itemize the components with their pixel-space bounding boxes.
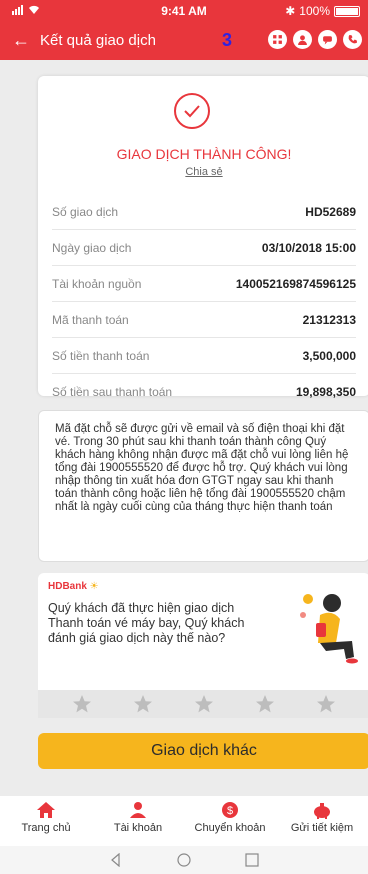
nav-item-home[interactable]: Trang chủ	[0, 796, 92, 846]
detail-label: Số tiền sau thanh toán	[52, 385, 173, 399]
detail-row: Số tiền thanh toán 3,500,000	[52, 338, 356, 374]
battery-indicator: ✱ 100%	[285, 4, 360, 18]
info-note: Mã đặt chỗ sẽ được gửi về email và số đi…	[38, 410, 368, 562]
share-link[interactable]: Chia sẻ	[185, 166, 222, 178]
detail-row: Tài khoản nguồn 140052169874596125	[52, 266, 356, 302]
battery-icon	[334, 5, 360, 17]
star-icon[interactable]	[72, 694, 92, 714]
header-badge: 3	[222, 30, 233, 50]
system-nav-bar	[0, 846, 368, 874]
nav-label: Gửi tiết kiệm	[290, 822, 354, 834]
star-icon[interactable]	[316, 694, 336, 714]
detail-row: Mã thanh toán 21312313	[52, 302, 356, 338]
system-recents-icon[interactable]	[245, 853, 259, 867]
nav-label: Chuyển khoản	[194, 822, 266, 834]
star-icon[interactable]	[255, 694, 275, 714]
transfer-icon: $	[222, 802, 238, 818]
other-transaction-button[interactable]: Giao dịch khác	[38, 733, 368, 769]
success-check-icon	[174, 93, 210, 129]
detail-row: Số giao dịch HD52689	[52, 194, 356, 230]
hdbank-logo: HDBank ☀	[48, 581, 99, 592]
status-bar: 9:41 AM ✱ 100%	[0, 0, 368, 22]
nav-item-account[interactable]: Tài khoản	[92, 796, 184, 846]
detail-row: Ngày giao dịch 03/10/2018 15:00	[52, 230, 356, 266]
detail-value: 03/10/2018 15:00	[261, 240, 356, 255]
bluetooth-icon: ✱	[285, 4, 296, 18]
success-title: GIAO DỊCH THÀNH CÔNG!	[116, 146, 292, 162]
system-home-icon[interactable]	[177, 853, 191, 867]
detail-value: 140052169874596125	[235, 276, 356, 291]
home-icon	[37, 802, 55, 818]
detail-label: Tài khoản nguồn	[52, 276, 142, 291]
receipt-details: Số giao dịch HD52689 Ngày giao dịch 03/1…	[52, 194, 356, 410]
detail-value: 3,500,000	[302, 348, 356, 363]
rating-stars	[38, 690, 368, 718]
detail-label: Số giao dịch	[52, 204, 119, 219]
app-header: ← Kết quả giao dịch 3	[0, 22, 368, 60]
user-icon	[130, 802, 146, 818]
piggy-bank-icon	[314, 803, 330, 819]
woman-phone-illustration-icon	[300, 594, 358, 664]
detail-label: Số tiền thanh toán	[52, 348, 150, 363]
chat-icon[interactable]	[318, 30, 337, 49]
detail-value: 21312313	[302, 312, 356, 327]
bottom-nav: Trang chủ Tài khoản $ Chuyển khoản Gửi t…	[0, 796, 368, 846]
nav-item-savings[interactable]: Gửi tiết kiệm	[276, 796, 368, 846]
nav-label: Tài khoản	[113, 822, 163, 834]
star-icon[interactable]	[194, 694, 214, 714]
detail-row: Số tiền sau thanh toán 19,898,350	[52, 374, 356, 410]
back-arrow-icon[interactable]: ←	[12, 30, 30, 51]
nav-item-transfer[interactable]: $ Chuyển khoản	[184, 796, 276, 846]
phone-icon[interactable]	[343, 30, 362, 49]
rating-card: HDBank ☀ Quý khách đã thực hiện giao dịc…	[38, 573, 368, 718]
svg-text:$: $	[227, 805, 233, 817]
nav-label: Trang chủ	[21, 822, 71, 834]
page-title: Kết quả giao dịch	[40, 32, 156, 49]
battery-percent: 100%	[299, 4, 330, 18]
detail-value: 19,898,350	[295, 385, 356, 399]
system-back-icon[interactable]	[109, 853, 123, 867]
profile-icon[interactable]	[293, 30, 312, 49]
star-icon[interactable]	[133, 694, 153, 714]
rating-question: Quý khách đã thực hiện giao dịch Thanh t…	[48, 601, 245, 645]
grid-icon[interactable]	[268, 30, 287, 49]
detail-value: HD52689	[305, 204, 356, 219]
receipt-card: GIAO DỊCH THÀNH CÔNG! Chia sẻ Số giao dị…	[38, 76, 368, 399]
detail-label: Mã thanh toán	[52, 312, 129, 327]
detail-label: Ngày giao dịch	[52, 240, 132, 255]
